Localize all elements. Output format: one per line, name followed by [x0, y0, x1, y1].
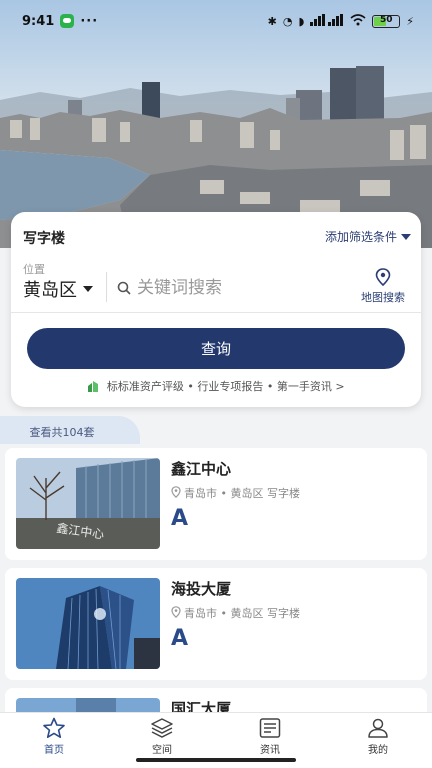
location-label: 位置: [23, 263, 45, 276]
bluetooth-icon: ✱: [267, 14, 277, 28]
more-notifications-icon: ···: [80, 13, 99, 29]
map-search-label: 地图搜索: [361, 291, 405, 304]
building-icon: [87, 380, 99, 395]
district-select[interactable]: 黄岛区: [23, 276, 93, 302]
charging-icon: ⚡: [406, 14, 414, 28]
tab-space-label: 空间: [152, 745, 172, 756]
tab-profile[interactable]: 我的: [324, 713, 432, 768]
listing-title: 海投大厦: [171, 580, 232, 598]
keyword-search-input[interactable]: [137, 275, 352, 301]
status-time: 9:41: [22, 13, 55, 29]
signal-icon: [310, 13, 344, 29]
listing-location-text: 青岛市 • 黄岛区 写字楼: [184, 607, 300, 620]
news-icon: [216, 717, 324, 739]
wechat-icon: [60, 14, 75, 28]
listing-thumbnail: 鑫江中心: [16, 458, 160, 549]
status-bar: 9:41 ··· ✱ ◔ ◗ 50 ⚡: [0, 0, 432, 42]
search-icon: [117, 280, 131, 299]
caret-down-icon: [401, 233, 411, 240]
listing-title: 鑫江中心: [171, 460, 232, 478]
divider: [106, 272, 107, 302]
listing-location: 青岛市 • 黄岛区 写字楼: [171, 605, 300, 621]
add-filter-label: 添加筛选条件: [324, 230, 397, 244]
tab-home-label: 首页: [44, 745, 64, 756]
listing-card[interactable]: 鑫江中心 鑫江中心 青岛市 • 黄岛区 写字楼 A: [5, 448, 427, 560]
wifi-icon: [350, 13, 366, 29]
promo-link[interactable]: 标标准资产评级 • 行业专项报告 • 第一手资讯 >: [11, 378, 421, 395]
location-pin-icon: [171, 485, 181, 501]
category-title: 写字楼: [23, 231, 65, 247]
home-indicator: [136, 758, 296, 762]
user-icon: [324, 717, 432, 739]
listing-thumbnail: [16, 578, 160, 669]
location-pin-icon: [171, 605, 181, 621]
star-icon: [0, 717, 108, 739]
listing-location: 青岛市 • 黄岛区 写字楼: [171, 485, 300, 501]
search-card: 写字楼 添加筛选条件 位置 黄岛区 地图搜索 查询 标标准资产评级 • 行业专项…: [11, 212, 421, 407]
tab-home[interactable]: 首页: [0, 713, 108, 768]
listing-location-text: 青岛市 • 黄岛区 写字楼: [184, 487, 300, 500]
battery-level: 50: [380, 14, 393, 25]
tab-news-label: 资讯: [260, 745, 280, 756]
tab-profile-label: 我的: [368, 745, 388, 756]
listing-grade: A: [171, 626, 189, 651]
promo-text: 标标准资产评级 • 行业专项报告 • 第一手资讯 >: [106, 380, 345, 393]
query-button[interactable]: 查询: [27, 328, 405, 369]
listing-card[interactable]: 海投大厦 青岛市 • 黄岛区 写字楼 A: [5, 568, 427, 680]
result-count-tab[interactable]: 查看共104套: [0, 416, 140, 444]
layers-icon: [108, 717, 216, 739]
map-pin-icon: [355, 268, 411, 286]
battery-icon: 50: [372, 14, 401, 28]
map-search-button[interactable]: 地图搜索: [355, 268, 411, 305]
add-filter-button[interactable]: 添加筛选条件: [325, 228, 411, 245]
silent-icon: ◗: [298, 14, 305, 28]
listing-grade: A: [171, 506, 189, 531]
nfc-icon: ◔: [282, 14, 293, 28]
caret-down-icon: [83, 286, 93, 292]
divider: [11, 312, 421, 313]
district-value: 黄岛区: [23, 280, 77, 301]
bottom-tab-bar: 首页 空间 资讯 我的: [0, 712, 432, 768]
